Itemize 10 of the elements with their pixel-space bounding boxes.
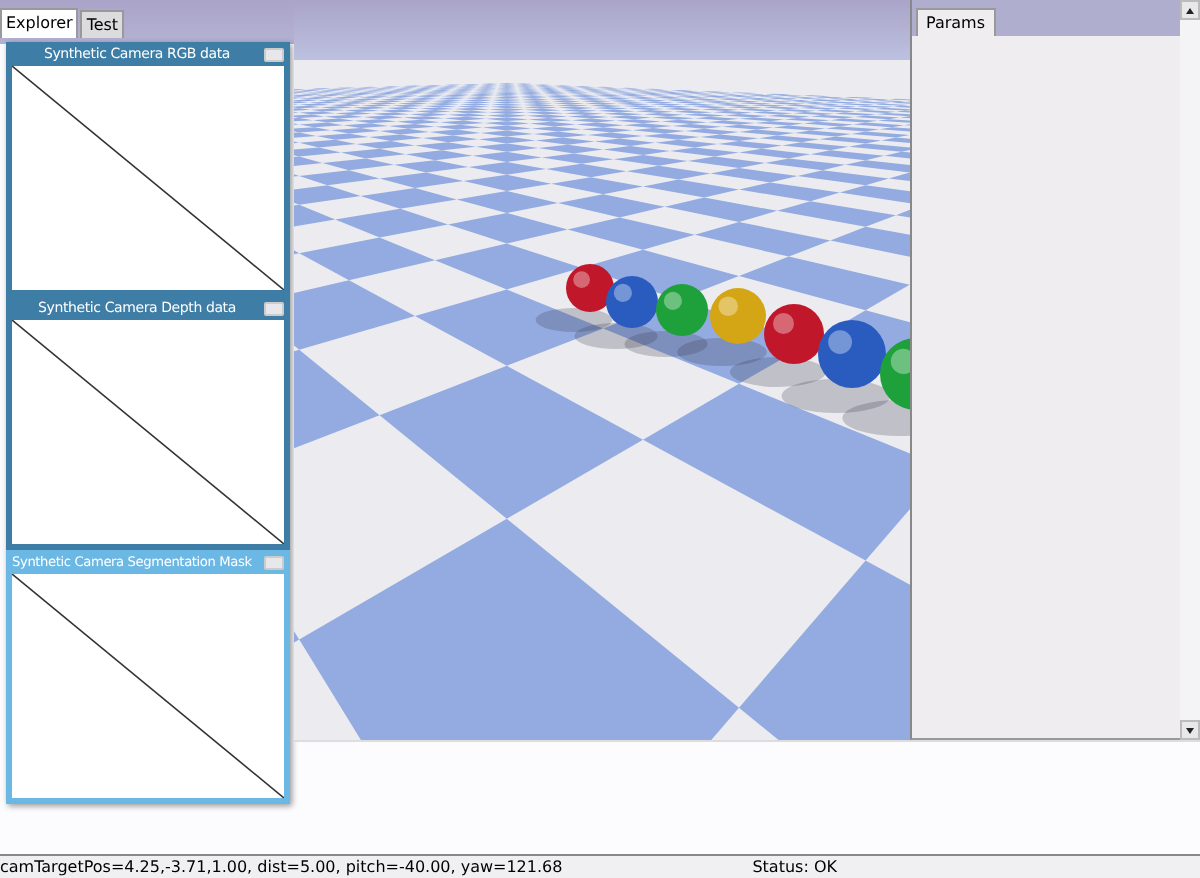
camera-info-text: camTargetPos=4.25,-3.71,1.00, dist=5.00, pitch=-40.00, yaw=121.68	[0, 858, 563, 876]
scrollbar[interactable]	[1180, 0, 1200, 740]
minimize-icon[interactable]	[264, 301, 284, 315]
scroll-up-button[interactable]	[1180, 0, 1200, 20]
params-tab[interactable]: Params	[916, 8, 996, 36]
explorer-tab[interactable]: Explorer	[0, 8, 79, 38]
scroll-down-button[interactable]	[1180, 720, 1200, 740]
minimize-icon[interactable]	[264, 47, 284, 61]
explorer-tab[interactable]: Test	[80, 10, 125, 38]
status-text: Status: OK	[752, 858, 837, 876]
